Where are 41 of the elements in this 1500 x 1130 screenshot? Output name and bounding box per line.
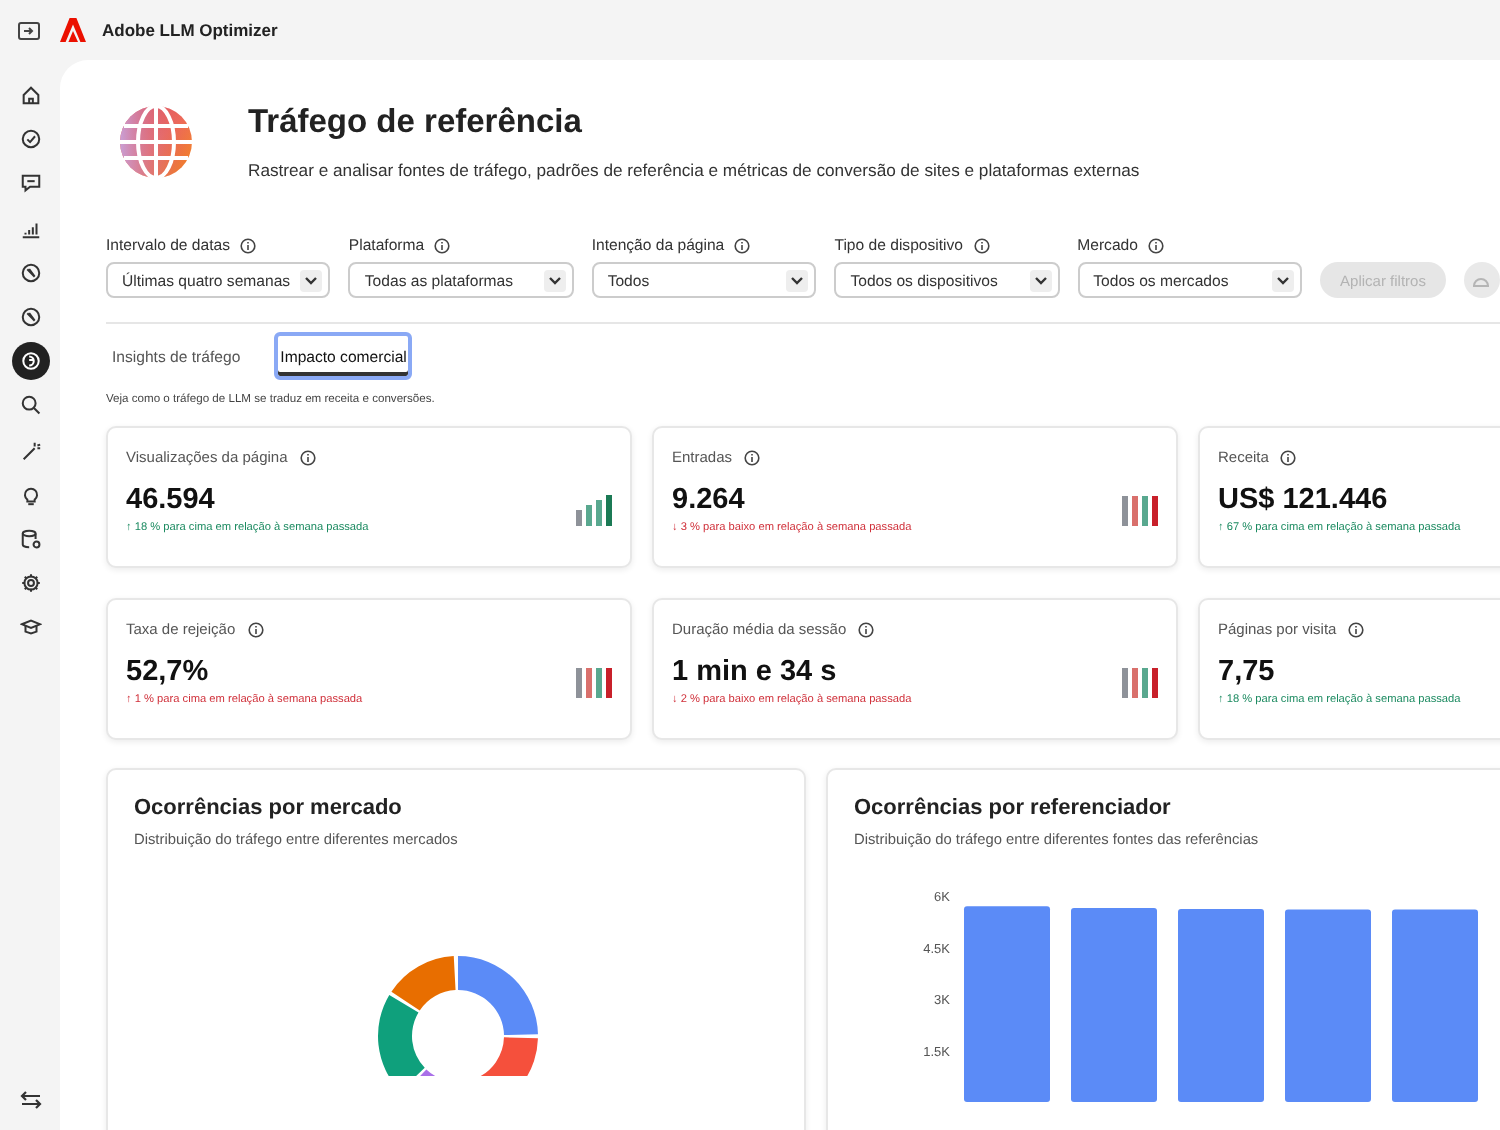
info-icon[interactable] — [299, 449, 316, 465]
search-icon — [19, 394, 41, 417]
metric-value: 1 min e 34 s — [672, 656, 839, 688]
info-icon[interactable] — [1348, 621, 1365, 637]
info-icon[interactable] — [434, 237, 451, 253]
metric-value: 52,7% — [126, 656, 211, 688]
chart-title: Ocorrências por mercado — [134, 796, 404, 820]
page-title: Tráfego de referência — [248, 104, 584, 142]
chevron-icon — [300, 269, 323, 291]
home-icon — [19, 84, 41, 106]
chevron-icon — [1272, 269, 1295, 291]
bulb-icon — [19, 483, 41, 506]
metric-value: 7,75 — [1218, 656, 1277, 688]
info-icon[interactable] — [1280, 449, 1297, 465]
nav-item[interactable] — [11, 342, 49, 381]
info-icon[interactable] — [858, 621, 875, 637]
check-icon — [19, 128, 41, 151]
page-subtitle: Rastrear e analisar fontes de tráfego, padrões de referência e métricas de conversão de sites e plataformas externas — [248, 160, 1140, 180]
chat-icon — [19, 172, 41, 195]
metric-value: 46.594 — [126, 484, 217, 516]
metric-value: US$ 121.446 — [1218, 484, 1390, 516]
info-icon[interactable] — [239, 237, 256, 253]
info-icon[interactable] — [744, 449, 761, 465]
info-icon[interactable] — [734, 237, 751, 253]
gear-icon — [19, 572, 41, 595]
chevron-icon — [543, 269, 566, 291]
info-icon[interactable] — [1147, 237, 1164, 253]
info-icon[interactable] — [973, 237, 990, 253]
wand-icon — [19, 439, 41, 461]
chart-title: Ocorrências por referenciador — [854, 796, 1173, 820]
app-title: Adobe LLM Optimizer — [102, 20, 278, 40]
logo-icon — [60, 18, 86, 42]
chevron-icon — [1029, 269, 1052, 291]
cap-icon — [19, 616, 41, 639]
info-icon[interactable] — [247, 621, 264, 637]
globe-icon — [116, 102, 196, 182]
chevron-icon — [786, 269, 809, 291]
reset-icon — [1472, 273, 1491, 287]
sidebar-toggle-icon[interactable] — [18, 21, 40, 39]
metric-value: 9.264 — [672, 484, 747, 516]
db-icon — [19, 527, 41, 550]
